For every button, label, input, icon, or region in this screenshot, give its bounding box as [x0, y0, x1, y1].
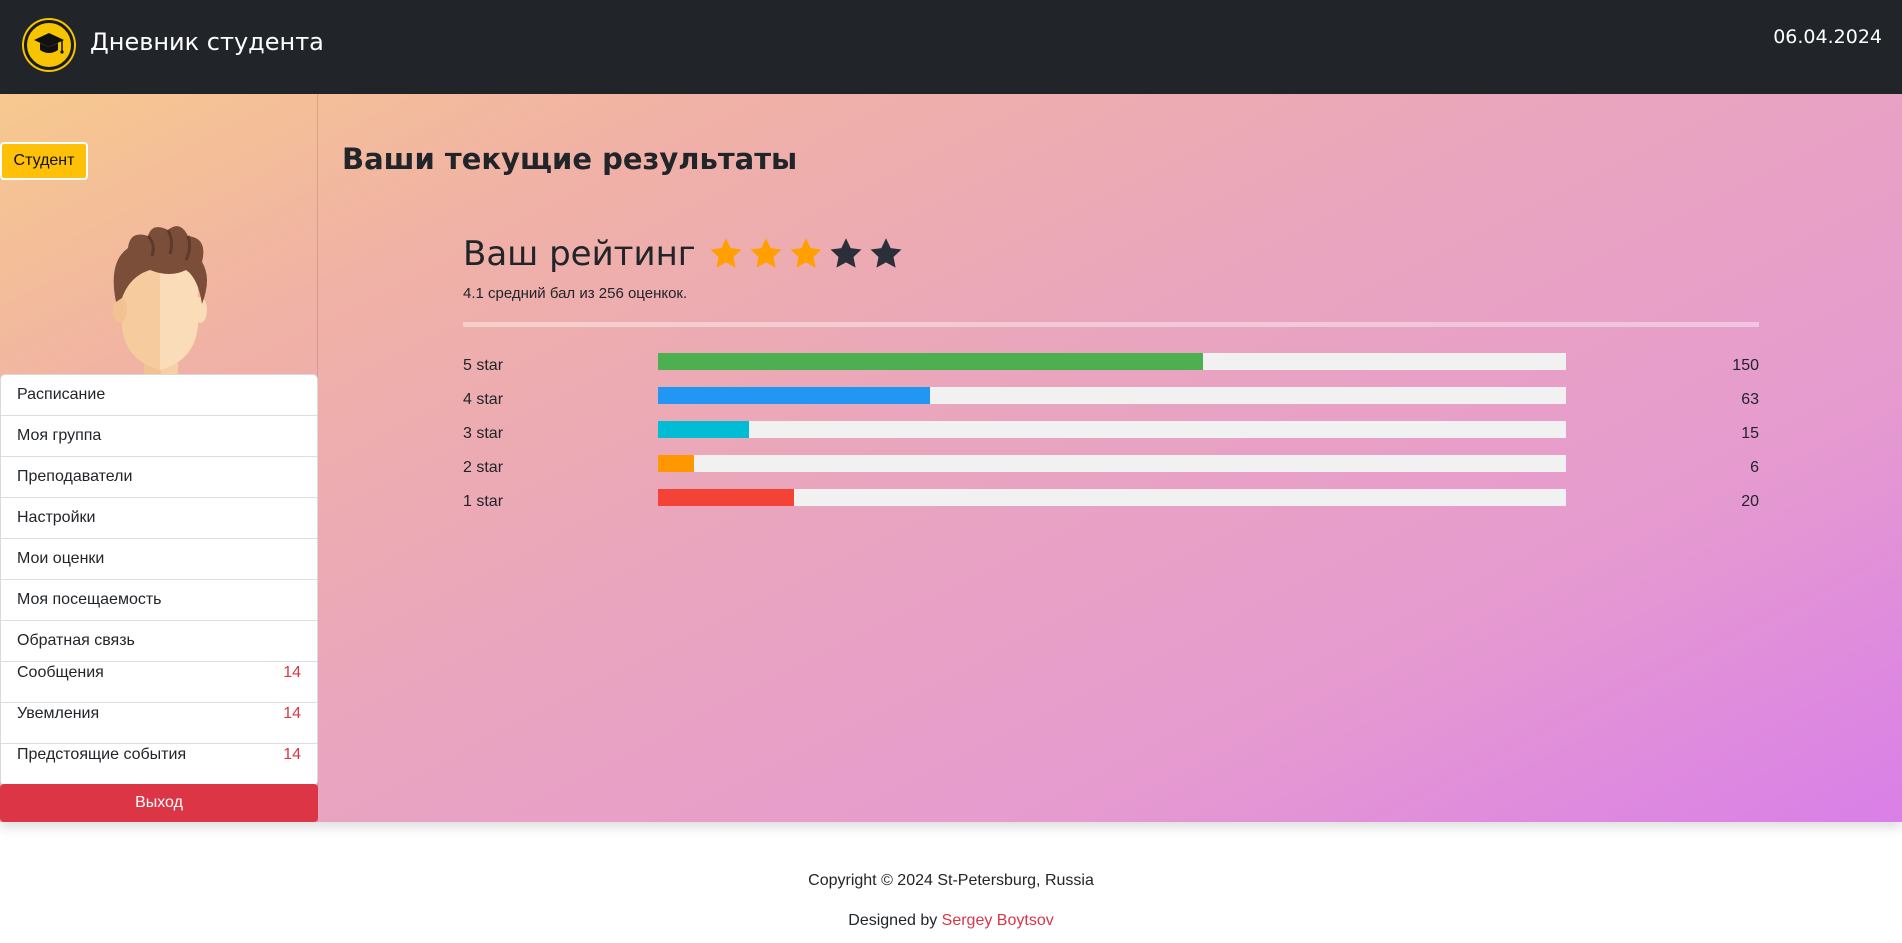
rating-row-count: 150 [1732, 357, 1759, 374]
rating-bar-fill [658, 353, 1203, 370]
rating-bar-fill [658, 387, 931, 404]
rating-row-label: 5 star [463, 357, 504, 374]
rating-bar-fill [658, 421, 749, 438]
rating-bar-track [658, 455, 1566, 472]
sidebar-menu: Расписание Моя группа Преподаватели Наст… [0, 374, 318, 786]
rating-row-label: 3 star [463, 425, 504, 442]
star-filled-icon [710, 238, 742, 268]
star-empty-icon [870, 238, 902, 268]
events-count-badge: 14 [283, 746, 301, 763]
rating-summary: 4.1 средний бал из 256 оценкок. [463, 285, 688, 302]
sidebar-item-label: Моя группа [17, 427, 102, 444]
star-filled-icon [790, 238, 822, 268]
rating-row-label: 1 star [463, 493, 504, 510]
rating-row-4: 4 star 63 [463, 387, 1759, 421]
sidebar-item-feedback[interactable]: Обратная связь [1, 621, 317, 662]
top-navbar: Дневник студента 06.04.2024 [0, 0, 1902, 94]
sidebar-item-label: Расписание [17, 386, 106, 403]
page-title: Ваши текущие результаты [342, 142, 798, 176]
notifications-count-badge: 14 [283, 705, 301, 722]
graduation-cap-icon[interactable] [24, 20, 74, 70]
app-title[interactable]: Дневник студента [90, 28, 324, 56]
sidebar-item-schedule[interactable]: Расписание [1, 375, 317, 416]
main-section: Студент Расписание Моя группа Преподават… [0, 94, 1902, 822]
star-empty-icon [830, 238, 862, 268]
sidebar-item-my-attendance[interactable]: Моя посещаемость [1, 580, 317, 621]
rating-row-count: 15 [1741, 425, 1759, 442]
sidebar-item-label: Преподаватели [17, 468, 133, 485]
sidebar-item-settings[interactable]: Настройки [1, 498, 317, 539]
sidebar-item-my-grades[interactable]: Мои оценки [1, 539, 317, 580]
rating-breakdown: 5 star 150 4 star 63 3 star 15 2 star 6 … [463, 353, 1759, 523]
rating-row-count: 20 [1741, 493, 1759, 510]
star-filled-icon [750, 238, 782, 268]
sidebar-item-notifications[interactable]: Увемления 14 [1, 703, 317, 744]
rating-row-count: 6 [1750, 459, 1759, 476]
sidebar-item-label: Обратная связь [17, 632, 135, 649]
rating-row-count: 63 [1741, 391, 1759, 408]
rating-stars [708, 236, 904, 272]
rating-row-label: 2 star [463, 459, 504, 476]
rating-bar-track [658, 353, 1566, 370]
rating-row-1: 1 star 20 [463, 489, 1759, 523]
divider [463, 322, 1759, 327]
rating-row-2: 2 star 6 [463, 455, 1759, 489]
role-badge[interactable]: Студент [0, 142, 88, 180]
rating-heading: Ваш рейтинг [463, 234, 696, 274]
sidebar-item-label: Предстоящие события [17, 746, 187, 763]
footer-credit: Designed by Sergey Boytsov [0, 912, 1902, 930]
rating-bar-track [658, 489, 1566, 506]
sidebar: Студент Расписание Моя группа Преподават… [0, 94, 318, 822]
sidebar-item-label: Сообщения [17, 664, 104, 681]
messages-count-badge: 14 [283, 664, 301, 681]
rating-row-5: 5 star 150 [463, 353, 1759, 387]
sidebar-item-my-group[interactable]: Моя группа [1, 416, 317, 457]
sidebar-item-teachers[interactable]: Преподаватели [1, 457, 317, 498]
sidebar-item-label: Увемления [17, 705, 100, 722]
footer-copyright: Copyright © 2024 St-Petersburg, Russia [808, 872, 1094, 889]
rating-bar-fill [658, 455, 695, 472]
sidebar-item-upcoming-events[interactable]: Предстоящие события 14 [1, 744, 317, 785]
logout-button[interactable]: Выход [0, 784, 318, 822]
footer-credit-prefix: Designed by [848, 912, 942, 929]
current-date: 06.04.2024 [1773, 26, 1882, 48]
designer-link[interactable]: Sergey Boytsov [942, 912, 1054, 929]
rating-bar-track [658, 421, 1566, 438]
sidebar-item-messages[interactable]: Сообщения 14 [1, 662, 317, 703]
rating-bar-fill [658, 489, 795, 506]
sidebar-item-label: Мои оценки [17, 550, 105, 567]
sidebar-item-label: Моя посещаемость [17, 591, 162, 608]
sidebar-item-label: Настройки [17, 509, 96, 526]
rating-row-label: 4 star [463, 391, 504, 408]
rating-row-3: 3 star 15 [463, 421, 1759, 455]
rating-bar-track [658, 387, 1566, 404]
